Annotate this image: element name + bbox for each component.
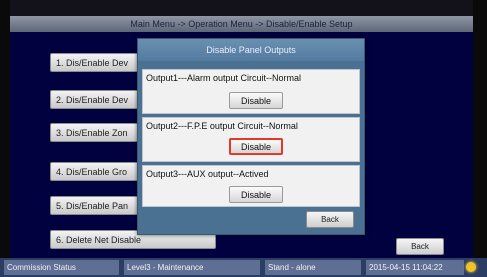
status-indicator-icon [466,262,476,272]
dialog-title: Disable Panel Outputs [138,39,364,61]
output-panel-2: Output2---F.P.E output Circuit--Normal D… [142,117,360,162]
device-frame-left [0,0,10,277]
disable-panel-outputs-dialog: Disable Panel Outputs Output1---Alarm ou… [137,38,365,235]
dialog-back-button[interactable]: Back [306,211,354,228]
status-level: Level3 - Maintenance [124,260,260,275]
device-frame-top [0,0,487,16]
output-panel-1: Output1---Alarm output Circuit--Normal D… [142,69,360,114]
back-button[interactable]: Back [396,238,444,255]
output-3-disable-button[interactable]: Disable [229,186,283,203]
output-panel-3: Output3---AUX output--Actived Disable [142,165,360,207]
status-standalone: Stand - alone [265,260,361,275]
output-1-disable-button[interactable]: Disable [229,92,283,109]
device-frame-right [473,0,487,277]
breadcrumb: Main Menu -> Operation Menu -> Disable/E… [10,16,473,32]
status-commission: Commission Status [4,260,119,275]
output-2-disable-button[interactable]: Disable [229,138,283,155]
status-datetime: 2015-04-15 11:04:22 [366,260,464,275]
output-2-label: Output2---F.P.E output Circuit--Normal [146,121,298,131]
output-1-label: Output1---Alarm output Circuit--Normal [146,73,302,83]
output-3-label: Output3---AUX output--Actived [146,169,269,179]
